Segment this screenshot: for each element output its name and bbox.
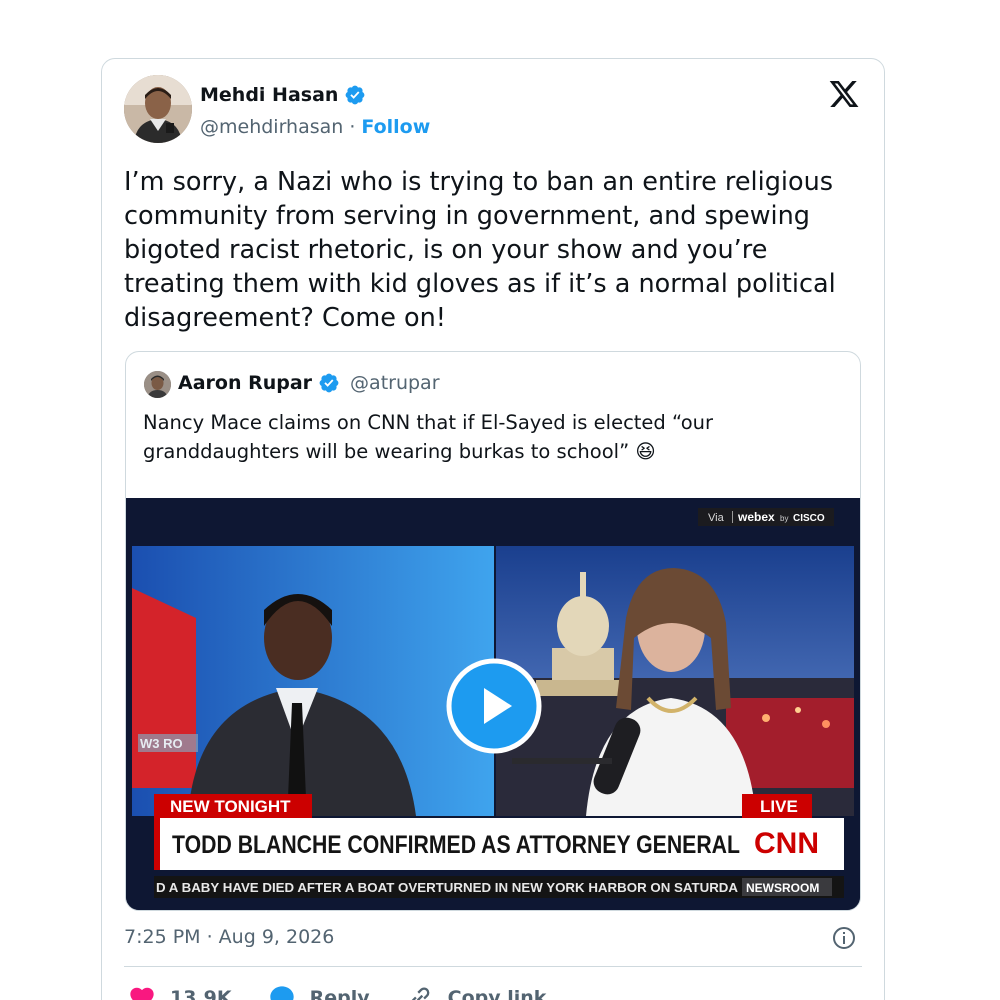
like-button[interactable]: 13.9K — [128, 984, 232, 1000]
reply-icon — [269, 986, 294, 1000]
cisco-label: CISCO — [793, 513, 825, 524]
handle-separator: · — [349, 116, 356, 138]
verified-badge-icon — [346, 85, 365, 105]
tweet-text: I’m sorry, a Nazi who is trying to ban a… — [124, 167, 836, 333]
new-tonight-label: NEW TONIGHT — [170, 797, 291, 816]
author-avatar[interactable] — [124, 75, 192, 143]
reply-button[interactable]: Reply — [268, 984, 370, 1000]
quote-author-name[interactable]: Aaron Rupar — [178, 372, 312, 394]
ticker-tag: NEWSROOM — [746, 881, 819, 895]
tweet-timestamp[interactable]: 7:25 PM · Aug 9, 2026 — [124, 926, 334, 948]
via-label: Via — [708, 512, 725, 524]
webex-label: webex — [737, 510, 775, 524]
studio-wall-text: W3 RO — [140, 736, 183, 751]
info-icon[interactable] — [832, 926, 856, 950]
author-name[interactable]: Mehdi Hasan — [200, 84, 338, 106]
cnn-logo: CNN — [754, 827, 819, 860]
verified-badge-icon — [319, 373, 339, 393]
link-icon — [411, 987, 429, 1000]
quote-text: Nancy Mace claims on CNN that if El-Saye… — [143, 411, 713, 463]
copy-link-button[interactable]: Copy link — [406, 984, 547, 1000]
author-handle[interactable]: @mehdirhasan — [200, 116, 343, 138]
copy-link-label: Copy link — [447, 987, 547, 1000]
follow-button[interactable]: Follow — [361, 116, 430, 138]
reply-label: Reply — [309, 987, 370, 1000]
action-bar: 13.9K Reply Copy link — [128, 984, 582, 1000]
divider — [124, 966, 862, 967]
ticker-text: D A BABY HAVE DIED AFTER A BOAT OVERTURN… — [156, 880, 739, 895]
play-icon[interactable] — [446, 658, 542, 754]
headline-text: TODD BLANCHE CONFIRMED AS ATTORNEY GENER… — [172, 831, 740, 859]
live-label: LIVE — [760, 797, 798, 816]
like-count: 13.9K — [170, 987, 232, 1000]
by-label: by — [780, 514, 788, 523]
heart-icon — [130, 987, 154, 1000]
x-logo-icon[interactable] — [827, 78, 861, 110]
video-player[interactable]: W3 RO Via webex by CISCO NEW TONIGHT LIV… — [126, 498, 860, 910]
quoted-tweet[interactable]: Aaron Rupar @atrupar Nancy Mace claims o… — [125, 351, 861, 911]
quote-author-handle[interactable]: @atrupar — [350, 372, 439, 394]
quote-author-avatar[interactable] — [144, 371, 171, 398]
